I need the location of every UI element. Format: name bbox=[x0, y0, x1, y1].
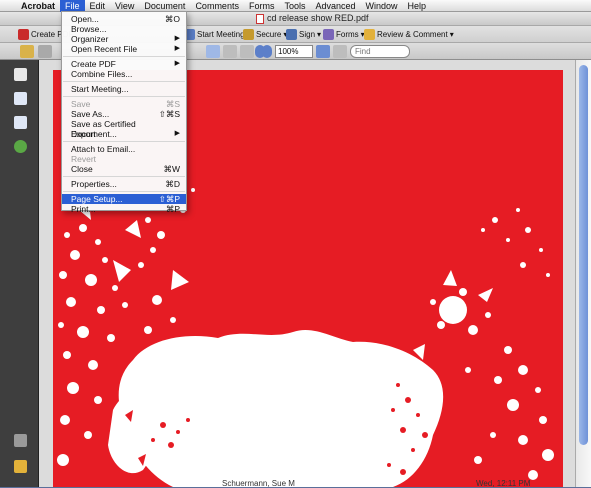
menu-acrobat[interactable]: Acrobat bbox=[16, 0, 60, 12]
menu-item-attach-email[interactable]: Attach to Email... bbox=[62, 144, 186, 154]
signatures-icon[interactable] bbox=[14, 116, 27, 129]
form-icon bbox=[323, 29, 334, 40]
menu-item-save: Save ⌘S bbox=[71, 99, 180, 109]
menu-item-start-meeting[interactable]: Start Meeting... bbox=[62, 84, 186, 94]
menu-item-open[interactable]: Open... ⌘O bbox=[62, 14, 186, 24]
menu-item-revert: Revert bbox=[71, 154, 97, 164]
menu-edit[interactable]: Edit bbox=[85, 0, 111, 12]
menu-forms[interactable]: Forms bbox=[244, 0, 280, 12]
select-tool-icon[interactable] bbox=[206, 45, 220, 58]
menu-file[interactable]: File bbox=[60, 0, 85, 12]
zoom-tool-icon[interactable] bbox=[240, 45, 254, 58]
menu-item-create-pdf[interactable]: Create PDF ▶ bbox=[62, 59, 186, 69]
attachments-icon[interactable] bbox=[14, 434, 27, 447]
zoom-in-icon[interactable] bbox=[262, 45, 272, 58]
print-icon[interactable] bbox=[38, 45, 52, 58]
create-pdf-icon bbox=[18, 29, 29, 40]
menu-document[interactable]: Document bbox=[139, 0, 190, 12]
menu-window[interactable]: Window bbox=[361, 0, 403, 12]
menu-item-open-recent[interactable]: Open Recent File ▶ bbox=[62, 44, 186, 54]
lock-icon bbox=[243, 29, 254, 40]
hand-tool-icon[interactable] bbox=[223, 45, 237, 58]
secure-label: Secure bbox=[256, 30, 282, 39]
start-meeting-label: Start Meeting bbox=[197, 30, 245, 39]
menu-item-export[interactable]: Export ▶ bbox=[62, 129, 186, 139]
navigation-pane bbox=[0, 60, 39, 487]
comment-bubble-icon bbox=[364, 29, 375, 40]
pen-icon bbox=[286, 29, 297, 40]
forms-label: Forms bbox=[336, 30, 359, 39]
zoom-level-field[interactable]: 100% bbox=[275, 45, 313, 58]
menu-comments[interactable]: Comments bbox=[190, 0, 244, 12]
sign-label: Sign bbox=[299, 30, 316, 39]
submenu-arrow-icon: ▶ bbox=[174, 35, 180, 42]
bookmarks-icon[interactable] bbox=[14, 92, 27, 105]
menu-item-save-as[interactable]: Save As... ⇧⌘S bbox=[62, 109, 186, 119]
open-folder-icon[interactable] bbox=[20, 45, 34, 58]
menu-item-save-certified[interactable]: Save as Certified Document... bbox=[62, 119, 186, 139]
review-comment-button[interactable]: Review & Comment ▾ bbox=[364, 28, 454, 41]
menu-separator bbox=[63, 81, 185, 82]
menu-view[interactable]: View bbox=[110, 0, 139, 12]
review-comment-label: Review & Comment bbox=[377, 30, 448, 39]
start-meeting-button[interactable]: Start Meeting▾ bbox=[184, 28, 251, 41]
pdf-document-icon bbox=[256, 13, 264, 24]
submenu-arrow-icon: ▶ bbox=[174, 130, 180, 137]
menu-help[interactable]: Help bbox=[403, 0, 432, 12]
menu-separator bbox=[63, 56, 185, 57]
window-title-text: cd release show RED.pdf bbox=[267, 13, 369, 23]
menu-separator bbox=[63, 96, 185, 97]
menu-separator bbox=[63, 191, 185, 192]
fit-width-icon[interactable] bbox=[333, 45, 347, 58]
file-menu-dropdown: Open... ⌘O Browse... Organizer ▶ Open Rece… bbox=[61, 11, 187, 214]
menu-tools[interactable]: Tools bbox=[279, 0, 310, 12]
comments-icon[interactable] bbox=[14, 460, 27, 473]
menu-separator bbox=[63, 176, 185, 177]
chevron-down-icon: ▾ bbox=[449, 30, 454, 39]
menu-item-organizer[interactable]: Organizer ▶ bbox=[62, 34, 186, 44]
menu-item-combine-files[interactable]: Combine Files... bbox=[62, 69, 186, 79]
fit-page-icon[interactable] bbox=[316, 45, 330, 58]
sign-button[interactable]: Sign ▾ bbox=[286, 28, 321, 41]
vertical-scrollbar[interactable] bbox=[575, 60, 591, 487]
menu-item-print[interactable]: Print... ⌘P bbox=[62, 204, 186, 214]
submenu-arrow-icon: ▶ bbox=[174, 45, 180, 52]
menu-item-browse[interactable]: Browse... bbox=[62, 24, 186, 34]
pages-icon[interactable] bbox=[14, 68, 27, 81]
forms-button[interactable]: Forms ▾ bbox=[323, 28, 365, 41]
menu-item-close[interactable]: Close ⌘W bbox=[62, 164, 186, 174]
menu-item-properties[interactable]: Properties... ⌘D bbox=[62, 179, 186, 189]
submenu-arrow-icon: ▶ bbox=[174, 60, 180, 67]
scrollbar-thumb[interactable] bbox=[579, 65, 588, 445]
window-title: cd release show RED.pdf bbox=[256, 13, 369, 24]
secure-button[interactable]: Secure▾ bbox=[243, 28, 287, 41]
chevron-down-icon: ▾ bbox=[317, 30, 322, 39]
help-icon[interactable] bbox=[14, 140, 27, 153]
find-input[interactable]: Find bbox=[350, 45, 410, 58]
menu-separator bbox=[63, 141, 185, 142]
menu-advanced[interactable]: Advanced bbox=[310, 0, 360, 12]
menu-item-page-setup[interactable]: Page Setup... ⇧⌘P bbox=[62, 194, 186, 204]
